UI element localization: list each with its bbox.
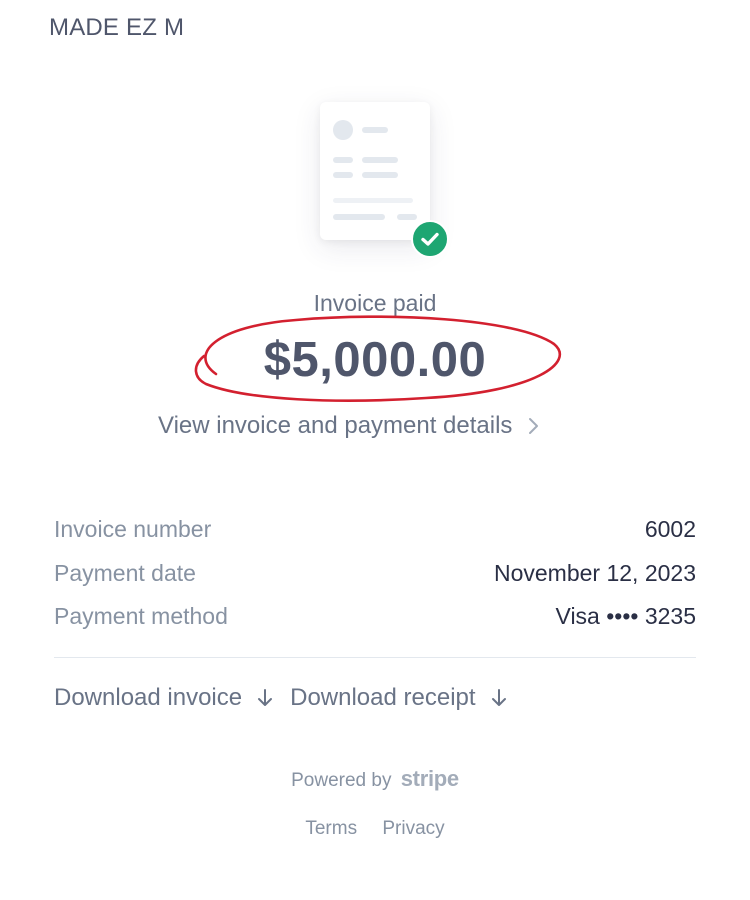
check-circle-icon: [411, 220, 449, 258]
payment-method-value: Visa •••• 3235: [555, 603, 696, 630]
invoice-number-value: 6002: [645, 516, 696, 543]
invoice-number-text: 6002: [644, 516, 696, 543]
download-invoice-button[interactable]: Download invoice: [54, 684, 274, 712]
divider: [54, 657, 696, 658]
footer-links: Terms Privacy: [0, 818, 750, 840]
privacy-link[interactable]: Privacy: [382, 818, 444, 839]
view-details-label: View invoice and payment details: [158, 412, 513, 439]
download-arrow-icon: [258, 689, 273, 706]
powered-by-label: Powered by: [291, 770, 392, 791]
chevron-right-icon: [529, 418, 539, 434]
download-receipt-label: Download receipt: [290, 684, 476, 711]
payment-method-label: Payment method: [54, 603, 228, 630]
red-circle-annotation: [194, 315, 561, 402]
payment-date-value: November 12, 2023: [493, 559, 696, 586]
payment-date-row: Payment date November 12, 2023: [54, 552, 696, 596]
payment-status: Invoice paid: [313, 290, 437, 316]
download-invoice-label: Download invoice: [54, 684, 243, 711]
merchant-name: MADE EZ M: [49, 14, 185, 41]
payment-date-label: Payment date: [54, 559, 196, 586]
payment-method-row: Payment method Visa •••• 3235: [54, 595, 696, 639]
terms-link[interactable]: Terms: [305, 818, 357, 839]
download-actions: Download invoice Download receipt: [54, 684, 508, 712]
download-receipt-button[interactable]: Download receipt: [290, 684, 507, 712]
invoice-number-label: Invoice number: [54, 516, 212, 543]
stripe-logo[interactable]: stripe: [401, 766, 459, 791]
invoice-number-row: Invoice number 6002: [54, 508, 696, 552]
invoice-illustration: [285, 72, 465, 272]
document-icon: [320, 102, 430, 240]
download-arrow-icon: [491, 689, 506, 706]
powered-by: Powered by stripe: [0, 766, 750, 792]
payment-summary: Invoice number 6002 Payment date Novembe…: [54, 508, 696, 639]
view-details-link[interactable]: View invoice and payment details: [158, 412, 542, 440]
